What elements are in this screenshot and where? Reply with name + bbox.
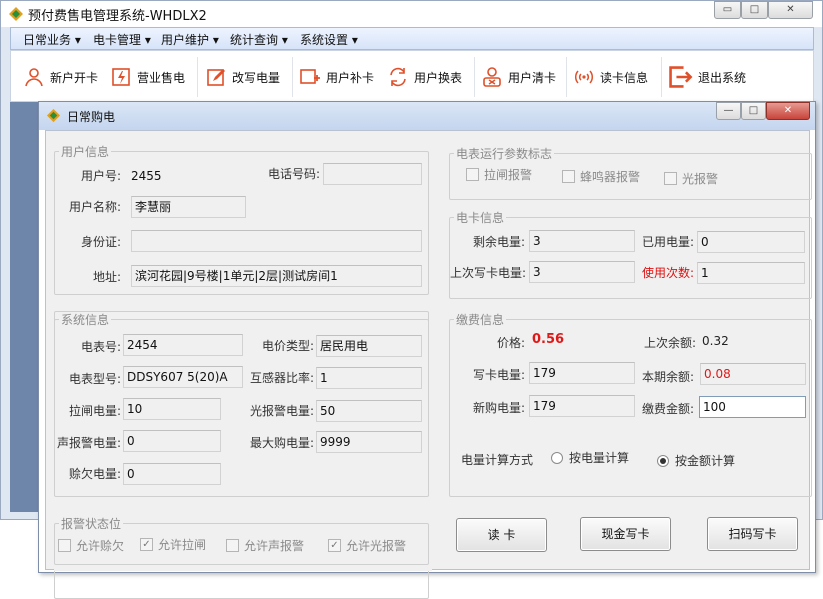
sell-power-button[interactable]: 营业售电	[110, 66, 185, 88]
check-mark-icon: ✓	[328, 539, 341, 552]
user-name-field[interactable]: 李慧丽	[131, 196, 246, 218]
calc-method-label: 电量计算方式	[461, 453, 534, 467]
last-balance-label: 上次余额:	[643, 336, 696, 350]
toolbar-separator	[292, 57, 293, 97]
buzzer-alarm-checkbox[interactable]: 蜂鸣器报警	[562, 168, 640, 185]
toolbar-separator	[197, 57, 198, 97]
chevron-down-icon: ▾	[74, 33, 81, 47]
read-card-button[interactable]: 读 卡	[456, 518, 547, 552]
reissue-card-button[interactable]: 用户补卡	[299, 66, 374, 88]
minimize-button[interactable]: ▭	[714, 1, 741, 19]
last-balance-value: 0.32	[702, 334, 729, 348]
remaining-energy-label: 剩余电量:	[472, 235, 525, 249]
dialog-close-button[interactable]: ✕	[766, 102, 810, 120]
payment-amount-label: 缴费金额:	[641, 402, 694, 416]
price-value: 0.56	[532, 332, 565, 347]
meter-flags-legend: 电表运行参数标志	[456, 147, 553, 161]
cash-write-card-button[interactable]: 现金写卡	[580, 517, 671, 551]
scan-write-card-button[interactable]: 扫码写卡	[707, 517, 798, 551]
used-energy-label: 已用电量:	[641, 235, 694, 249]
menu-stats[interactable]: 统计查询 ▾	[230, 31, 288, 48]
current-balance-label: 本期余额:	[641, 370, 694, 384]
menu-bar: 日常业务 ▾ 电卡管理 ▾ 用户维护 ▾ 统计查询 ▾ 系统设置 ▾	[10, 27, 814, 50]
rewrite-energy-button[interactable]: 改写电量	[205, 66, 280, 88]
allow-credit-checkbox[interactable]: 允许赊欠	[58, 537, 124, 554]
remaining-energy-field: 3	[529, 230, 635, 252]
replace-meter-button[interactable]: 用户换表	[387, 66, 462, 88]
light-alarm-checkbox[interactable]: 光报警	[664, 170, 718, 187]
check-mark-icon: ✓	[140, 538, 153, 551]
menu-settings[interactable]: 系统设置 ▾	[300, 31, 358, 48]
calc-by-amount-radio[interactable]: 按金额计算	[657, 452, 735, 469]
clear-card-button[interactable]: 用户清卡	[481, 66, 556, 88]
write-energy-field: 179	[529, 362, 635, 384]
use-count-label: 使用次数:	[641, 266, 694, 280]
chevron-down-icon: ▾	[144, 33, 151, 47]
new-account-button[interactable]: 新户开卡	[23, 66, 98, 88]
card-signal-icon	[574, 70, 594, 84]
app-logo-icon	[46, 108, 61, 123]
toolbar-separator	[474, 57, 475, 97]
phone-field[interactable]	[323, 163, 422, 185]
last-write-field: 3	[529, 261, 635, 283]
toolbar-separator	[661, 57, 662, 97]
exit-icon	[669, 66, 693, 88]
alarm-flags-legend: 报警状态位	[61, 517, 122, 531]
dialog-body: 用户信息 用户号: 2455 电话号码: 用户名称: 李慧丽 身份证: 地址: …	[45, 130, 812, 599]
edit-icon	[207, 69, 225, 86]
menu-user[interactable]: 用户维护 ▾	[161, 31, 219, 48]
user-info-legend: 用户信息	[61, 145, 110, 159]
dialog-maximize-button[interactable]: □	[741, 102, 766, 120]
electric-box-icon	[112, 68, 130, 86]
main-title-bar: 预付费售电管理系统-WHDLX2 ▭ □ ✕	[1, 1, 822, 27]
user-icon	[25, 68, 43, 87]
allow-trip-checkbox[interactable]: ✓ 允许拉闸	[140, 536, 206, 553]
write-energy-label: 写卡电量:	[472, 368, 525, 382]
use-count-field: 1	[697, 262, 805, 284]
address-field[interactable]: 滨河花园|9号楼|1单元|2层|测试房间1	[131, 265, 422, 287]
exchange-icon	[390, 67, 406, 87]
dialog-title: 日常购电	[67, 110, 116, 124]
exit-system-button[interactable]: 退出系统	[667, 66, 746, 88]
close-button[interactable]: ✕	[768, 1, 813, 19]
new-purchase-label: 新购电量:	[472, 401, 525, 415]
last-write-label: 上次写卡电量:	[450, 266, 527, 280]
chevron-down-icon: ▾	[281, 33, 288, 47]
id-card-field[interactable]	[131, 230, 422, 252]
menu-card[interactable]: 电卡管理 ▾	[93, 31, 151, 48]
new-purchase-field: 179	[529, 395, 635, 417]
user-name-label: 用户名称:	[68, 200, 121, 214]
payment-info-legend: 缴费信息	[456, 313, 505, 327]
toolbar-separator	[566, 57, 567, 97]
dialog-minimize-button[interactable]: —	[716, 102, 741, 120]
daily-purchase-dialog: 日常购电 — □ ✕ 用户信息 用户号: 2455 电话号码: 用户名称: 李慧…	[38, 101, 816, 599]
allow-light-alarm-checkbox[interactable]: ✓ 允许光报警	[328, 537, 406, 554]
add-user-icon	[300, 69, 320, 84]
used-energy-field: 0	[697, 231, 805, 253]
user-no-label: 用户号:	[81, 169, 122, 183]
card-info-legend: 电卡信息	[456, 211, 505, 225]
maximize-button[interactable]: □	[741, 1, 768, 19]
dialog-title-bar: 日常购电 — □ ✕	[39, 102, 815, 130]
phone-label: 电话号码:	[267, 167, 320, 181]
address-label: 地址:	[92, 270, 121, 284]
main-window-title: 预付费售电管理系统-WHDLX2	[28, 9, 207, 24]
id-card-label: 身份证:	[80, 235, 121, 249]
chevron-down-icon: ▾	[351, 33, 358, 47]
toolbar: 新户开卡 营业售电 改写电量 用户补卡 用户换表 用户清卡 读卡信息 退出系统	[10, 50, 814, 102]
clear-user-icon	[483, 67, 501, 87]
chevron-down-icon: ▾	[212, 33, 219, 47]
price-label: 价格:	[496, 336, 525, 350]
allow-sound-alarm-checkbox[interactable]: 允许声报警	[226, 537, 304, 554]
current-balance-field: 0.08	[700, 363, 806, 385]
read-card-info-button[interactable]: 读卡信息	[573, 66, 648, 88]
card-info-group: 电卡信息	[449, 209, 812, 299]
menu-daily[interactable]: 日常业务 ▾	[23, 31, 81, 48]
payment-amount-input[interactable]: 100	[699, 396, 806, 418]
trip-alarm-checkbox[interactable]: 拉闸报警	[466, 166, 532, 183]
app-logo-icon	[9, 7, 23, 21]
user-no-field: 2455	[127, 165, 235, 187]
calc-by-energy-radio[interactable]: 按电量计算	[551, 449, 629, 466]
